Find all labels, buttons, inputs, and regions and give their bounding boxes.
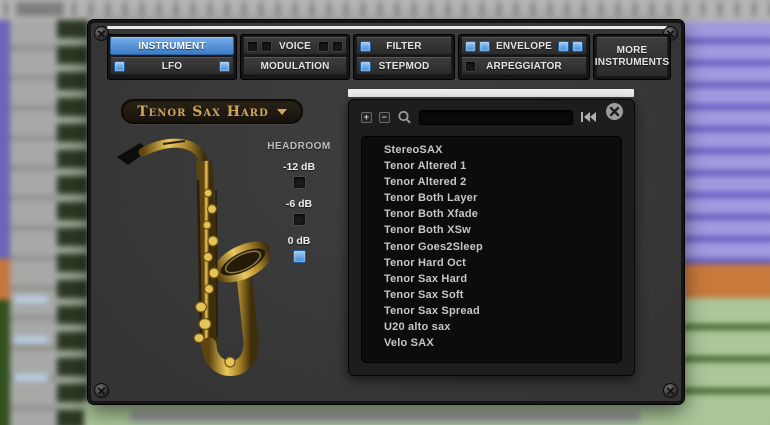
- voice-led-right-2[interactable]: [332, 40, 343, 52]
- daw-timeline-ruler: [0, 0, 770, 22]
- skip-to-start-icon[interactable]: [580, 111, 597, 123]
- search-icon: [397, 110, 412, 125]
- tab-voice[interactable]: VOICE: [243, 37, 347, 55]
- tab-envelope[interactable]: ENVELOPE: [461, 37, 587, 55]
- lfo-led-left[interactable]: [114, 60, 125, 72]
- voice-led-left-1[interactable]: [247, 40, 258, 52]
- headroom-option-label: -6 dB: [285, 198, 313, 210]
- preset-list-item[interactable]: Velo SAX: [362, 335, 621, 351]
- headroom-minus6-checkbox[interactable]: [292, 213, 306, 226]
- preset-dropdown-value: Tenor Sax Hard: [137, 103, 269, 120]
- window-top-highlight: [107, 26, 667, 29]
- tab-envelope-label: ENVELOPE: [495, 40, 553, 52]
- envelope-led-left-1[interactable]: [465, 40, 476, 52]
- tab-filter-label: FILTER: [386, 40, 422, 52]
- arpeggiator-led[interactable]: [465, 60, 476, 72]
- tab-arpeggiator[interactable]: ARPEGGIATOR: [461, 57, 587, 75]
- screen: INSTRUMENT LFO VOICE MODULATION FILTER S…: [0, 0, 770, 425]
- tab-instrument[interactable]: INSTRUMENT: [110, 37, 234, 55]
- preset-list-item[interactable]: Tenor Sax Hard: [362, 271, 621, 287]
- tab-voice-label: VOICE: [278, 40, 312, 52]
- daw-purple-clips: [683, 22, 770, 268]
- tab-modulation[interactable]: MODULATION: [243, 57, 347, 75]
- tab-more-instruments[interactable]: MORE INSTRUMENTS: [594, 37, 670, 77]
- tab-stepmod-label: STEPMOD: [378, 60, 430, 72]
- headroom-option-label: -12 dB: [282, 161, 316, 173]
- lfo-led-right[interactable]: [219, 60, 230, 72]
- preset-list: StereoSAX Tenor Altered 1 Tenor Altered 2T…: [361, 136, 622, 363]
- tab-group-instrument-lfo: INSTRUMENT LFO: [107, 34, 237, 80]
- daw-scrollbar: [130, 411, 640, 422]
- daw-track-headers: [10, 20, 57, 425]
- screw-icon: [663, 383, 678, 398]
- daw-toolbar-fragment: [16, 2, 64, 16]
- filter-led[interactable]: [360, 40, 371, 52]
- envelope-led-right-2[interactable]: [572, 40, 583, 52]
- tab-stepmod[interactable]: STEPMOD: [356, 57, 452, 75]
- preset-list-item[interactable]: Tenor Both Layer: [362, 190, 621, 206]
- daw-fader-bar: [14, 374, 48, 381]
- browser-drag-handle[interactable]: [348, 89, 634, 97]
- tab-filter[interactable]: FILTER: [356, 37, 452, 55]
- tab-more-instruments-label: MORE INSTRUMENTS: [594, 45, 670, 68]
- browser-toolbar: + −: [349, 100, 634, 126]
- daw-orange-clip: [683, 264, 770, 300]
- envelope-led-right-1[interactable]: [558, 40, 569, 52]
- preset-browser-panel: + − StereoSAX Tenor Altered 1 Tenor Alte…: [348, 99, 635, 376]
- daw-track-color-strip: [0, 20, 10, 425]
- chevron-down-icon: [276, 109, 287, 115]
- voice-led-left-2[interactable]: [261, 40, 272, 52]
- daw-fader-bar: [14, 296, 48, 303]
- preset-list-item[interactable]: Tenor Hard Oct: [362, 255, 621, 271]
- saxophone-image: [117, 138, 269, 376]
- daw-clip-column: [57, 20, 88, 425]
- headroom-minus12-checkbox[interactable]: [292, 176, 306, 189]
- sampler-plugin-window: INSTRUMENT LFO VOICE MODULATION FILTER S…: [88, 20, 684, 404]
- stepmod-led[interactable]: [360, 60, 371, 72]
- preset-list-item[interactable]: Tenor Altered 1: [362, 158, 621, 174]
- preset-list-item[interactable]: Tenor Altered 2: [362, 174, 621, 190]
- envelope-led-left-2[interactable]: [479, 40, 490, 52]
- tab-group-envelope-arpeggiator: ENVELOPE ARPEGGIATOR: [458, 34, 590, 80]
- preset-list-item[interactable]: Tenor Both Xfade: [362, 206, 621, 222]
- preset-list-item[interactable]: Tenor Goes2Sleep: [362, 239, 621, 255]
- headroom-section: HEADROOM -12 dB -6 dB 0 dB: [263, 141, 335, 263]
- screw-icon: [94, 383, 109, 398]
- expand-all-button[interactable]: +: [361, 111, 372, 123]
- headroom-0db-checkbox[interactable]: [292, 250, 306, 263]
- preset-dropdown[interactable]: Tenor Sax Hard: [121, 99, 303, 124]
- headroom-option-label: 0 dB: [287, 235, 311, 247]
- tab-group-voice-modulation: VOICE MODULATION: [240, 34, 350, 80]
- tab-lfo[interactable]: LFO: [110, 57, 234, 75]
- tab-arpeggiator-label: ARPEGGIATOR: [486, 60, 562, 72]
- collapse-all-button[interactable]: −: [378, 111, 390, 123]
- tab-instrument-label: INSTRUMENT: [138, 40, 206, 52]
- preset-list-item[interactable]: Tenor Sax Soft: [362, 287, 621, 303]
- close-icon[interactable]: [605, 102, 624, 126]
- search-input[interactable]: [418, 109, 573, 125]
- preset-list-item[interactable]: StereoSAX: [362, 142, 621, 158]
- preset-list-item[interactable]: U20 alto sax: [362, 319, 621, 335]
- tab-lfo-label: LFO: [161, 60, 183, 72]
- tab-group-more-instruments: MORE INSTRUMENTS: [593, 34, 671, 80]
- preset-list-item[interactable]: Tenor Sax Spread: [362, 303, 621, 319]
- preset-list-item[interactable]: Tenor Both XSw: [362, 222, 621, 238]
- page-tab-bar: INSTRUMENT LFO VOICE MODULATION FILTER S…: [107, 34, 671, 80]
- voice-led-right-1[interactable]: [318, 40, 329, 52]
- tab-modulation-label: MODULATION: [260, 60, 330, 72]
- tab-group-filter-stepmod: FILTER STEPMOD: [353, 34, 455, 80]
- daw-fader-bar: [14, 336, 48, 343]
- headroom-title: HEADROOM: [267, 141, 331, 152]
